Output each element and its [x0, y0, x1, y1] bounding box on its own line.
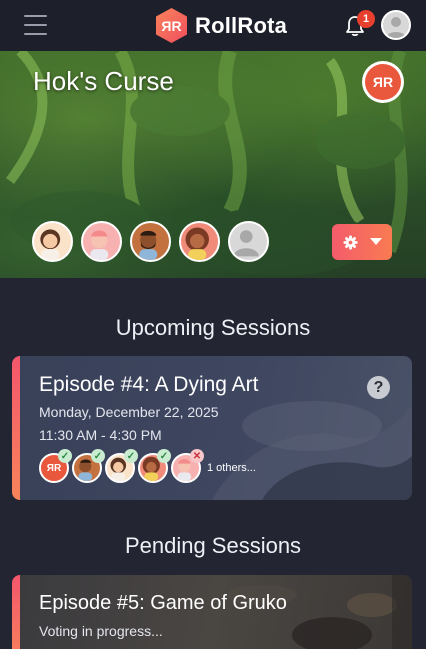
attendee-3[interactable]: ✓ — [105, 449, 138, 483]
member-avatar-5[interactable] — [228, 221, 269, 262]
attendee-4[interactable]: ✓ — [138, 449, 171, 483]
hamburger-menu-icon[interactable] — [24, 15, 47, 35]
top-bar: ЯR RollRota 1 — [0, 0, 426, 51]
pending-session-card[interactable]: Episode #5: Game of Gruko Voting in prog… — [12, 575, 412, 649]
attendee-1[interactable]: ЯR ✓ — [39, 449, 72, 483]
member-avatars — [32, 221, 277, 262]
user-avatar[interactable] — [381, 10, 411, 40]
session-time: 11:30 AM - 4:30 PM — [39, 427, 162, 443]
session-date: Monday, December 22, 2025 — [39, 404, 219, 420]
brand[interactable]: ЯR RollRota — [154, 7, 287, 44]
gear-icon — [342, 234, 358, 250]
pending-sessions-heading: Pending Sessions — [124, 533, 302, 558]
help-icon[interactable]: ? — [367, 376, 390, 399]
user-icon — [386, 17, 406, 38]
caret-down-icon — [369, 238, 382, 245]
others-count[interactable]: 1 others... — [207, 462, 256, 474]
session-title: Episode #5: Game of Gruko — [39, 592, 287, 614]
check-icon: ✓ — [124, 449, 138, 463]
attendee-5[interactable]: ✕ — [171, 449, 204, 483]
member-avatar-4[interactable] — [179, 221, 220, 262]
member-avatar-1[interactable] — [32, 221, 73, 262]
member-avatar-2[interactable] — [81, 221, 122, 262]
cross-icon: ✕ — [190, 449, 204, 463]
check-icon: ✓ — [157, 449, 171, 463]
check-icon: ✓ — [58, 449, 72, 463]
campaign-logo[interactable]: ЯR — [362, 61, 404, 103]
app-name: RollRota — [195, 12, 288, 38]
member-avatar-3[interactable] — [130, 221, 171, 262]
campaign-hero: Hok's Curse ЯR — [0, 51, 426, 278]
upcoming-session-card[interactable]: Episode #4: A Dying Art Monday, December… — [12, 356, 412, 500]
notification-badge: 1 — [357, 10, 375, 28]
session-title: Episode #4: A Dying Art — [39, 373, 259, 396]
campaign-title: Hok's Curse — [33, 66, 174, 96]
campaign-settings-button[interactable] — [332, 224, 392, 260]
attendee-list: ЯR ✓ ✓ ✓ ✓ ✕ 1 others... — [39, 449, 256, 483]
upcoming-sessions-heading: Upcoming Sessions — [115, 315, 311, 340]
svg-text:ЯR: ЯR — [161, 18, 181, 34]
check-icon: ✓ — [91, 449, 105, 463]
campaign-logo-letters: ЯR — [365, 64, 401, 100]
rollrota-logo-icon: ЯR — [156, 8, 187, 43]
session-status: Voting in progress... — [39, 623, 163, 639]
attendee-2[interactable]: ✓ — [72, 449, 105, 483]
